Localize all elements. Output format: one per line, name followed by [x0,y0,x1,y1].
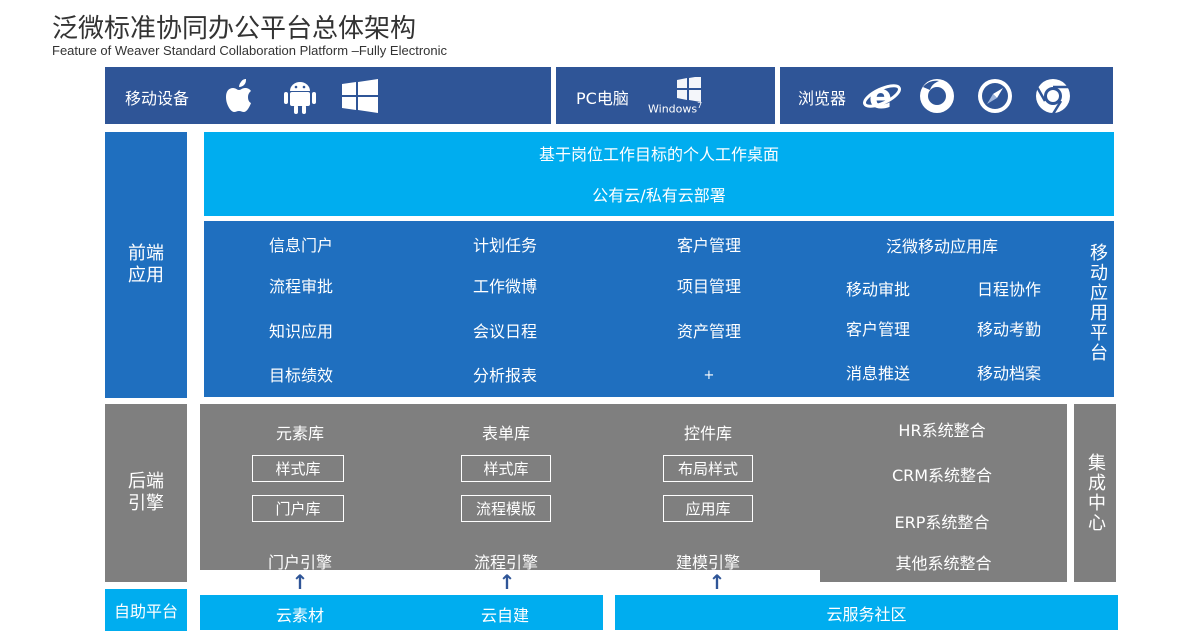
arrow-up-icon: ↑ [708,570,726,594]
app-info-portal: 信息门户 [268,236,334,255]
arrow-up-icon: ↑ [291,570,309,594]
deploy-title: 公有云/私有云部署 [592,186,726,205]
desktop-title: 基于岗位工作目标的个人工作桌面 [538,145,780,164]
control-lib-title: 控件库 [683,424,733,443]
portal-lib-box: 门户库 [252,495,344,522]
mobile-platform-label: 移动应用平台 [1087,243,1108,363]
cloud-material-label: 云素材 [275,606,325,625]
windows7-logo-icon [674,77,704,103]
other-integration-label: 其他系统整合 [895,554,992,573]
browser-label: 浏览器 [798,89,847,108]
windows7-text: Windows7 [648,101,703,116]
chrome-icon [1034,77,1072,115]
svg-text:e: e [869,77,892,115]
style-lib-box-2: 样式库 [461,455,551,482]
windows-icon [341,79,379,113]
integration-center-panel: 集成中心 [1074,404,1116,582]
app-analysis-reports: 分析报表 [472,366,538,385]
pc-label: PC电脑 [576,89,629,108]
firefox-icon [918,77,956,115]
android-icon [283,77,317,115]
layout-style-box: 布局样式 [663,455,753,482]
element-lib-title: 元素库 [275,424,325,443]
app-meeting-schedule: 会议日程 [472,322,538,341]
app-knowledge: 知识应用 [268,322,334,341]
other-integration-panel: 其他系统整合 [820,542,1067,582]
mobile-app-schedule: 日程协作 [976,280,1042,299]
app-goal-performance: 目标绩效 [268,366,334,385]
apple-icon [225,77,259,115]
ie-icon: e [862,77,902,115]
front-end-label: 前端 应用 [105,132,187,398]
mobile-app-attendance: 移动考勤 [976,320,1042,339]
mobile-app-push: 消息推送 [845,364,911,383]
cloud-build-label: 云自建 [480,606,530,625]
app-more-plus: + [703,368,715,383]
app-lib-box: 应用库 [663,495,753,522]
self-service-label: 自助平台 [105,589,187,631]
page-subtitle: Feature of Weaver Standard Collaboration… [52,43,448,58]
cloud-community-bar: 云服务社区 [615,595,1118,630]
browser-panel: 浏览器 e [780,67,1113,124]
pc-panel: PC电脑 Windows7 [556,67,775,124]
form-lib-title: 表单库 [481,424,531,443]
app-plan-tasks: 计划任务 [472,236,538,255]
app-work-weibo: 工作微博 [472,277,538,296]
arrow-up-icon: ↑ [498,570,516,594]
app-workflow-approval: 流程审批 [268,277,334,296]
mobile-app-customer: 客户管理 [845,320,911,339]
back-end-label: 后端 引擎 [105,404,187,582]
erp-integration: ERP系统整合 [894,513,990,532]
cloud-material-bar: 云素材 云自建 [200,595,603,630]
style-lib-box-1: 样式库 [252,455,344,482]
page-title: 泛微标准协同办公平台总体架构 [52,14,417,44]
hr-integration: HR系统整合 [898,421,986,440]
app-project-mgmt: 项目管理 [676,277,742,296]
mobile-devices-label: 移动设备 [125,89,190,108]
cloud-community-label: 云服务社区 [826,604,907,624]
app-asset-mgmt: 资产管理 [676,322,742,341]
personal-desktop-panel: 基于岗位工作目标的个人工作桌面 公有云/私有云部署 [204,132,1114,216]
mobile-app-archive: 移动档案 [976,364,1042,383]
workflow-template-box: 流程模版 [461,495,551,522]
app-customer-mgmt: 客户管理 [676,236,742,255]
mobile-lib-title: 泛微移动应用库 [885,237,999,256]
safari-icon [976,77,1014,115]
mobile-devices-panel: 移动设备 [105,67,551,124]
front-apps-panel: 信息门户 流程审批 知识应用 目标绩效 计划任务 工作微博 会议日程 分析报表 … [204,221,1114,397]
mobile-app-approval: 移动审批 [845,280,911,299]
integration-center-label: 集成中心 [1085,453,1106,533]
crm-integration: CRM系统整合 [891,466,993,485]
